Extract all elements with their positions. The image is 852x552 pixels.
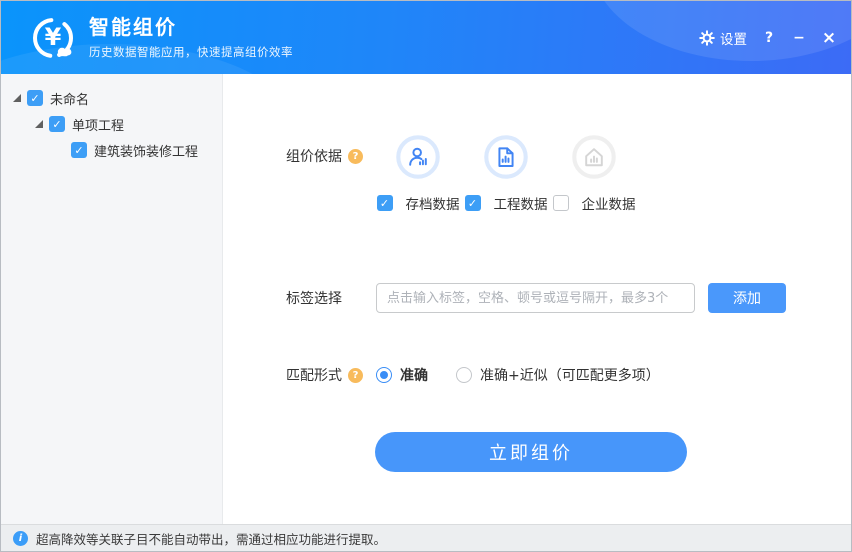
archive-data-checkbox[interactable]: ✓: [377, 195, 393, 211]
status-message: 超高降效等关联子目不能自动带出，需通过相应功能进行提取。: [36, 529, 386, 548]
basis-section: 组价依据 ? ✓: [223, 134, 851, 213]
building-chart-icon: [571, 134, 617, 180]
gear-icon: [699, 30, 715, 46]
project-tree-panel: ✓ 未命名 ✓ 单项工程 ✓ 建筑装饰装修工程: [1, 74, 223, 526]
basis-help-icon[interactable]: ?: [348, 149, 363, 164]
title-bar: ¥ 智能组价 历史数据智能应用，快速提高组价效率 设置 ? − ×: [1, 1, 851, 74]
radio-option-approximate[interactable]: 准确+近似（可匹配更多项）: [456, 365, 660, 385]
close-button[interactable]: ×: [821, 30, 837, 46]
radio-option-exact[interactable]: 准确: [376, 365, 428, 385]
status-bar: i 超高降效等关联子目不能自动带出，需通过相应功能进行提取。: [1, 524, 851, 551]
enterprise-data-label: 企业数据: [582, 193, 636, 213]
match-section: 匹配形式 ? 准确 准确+近似（可匹配更多项）: [223, 365, 851, 385]
tree-checkbox[interactable]: ✓: [49, 116, 65, 132]
archive-data-label: 存档数据: [406, 193, 460, 213]
person-chart-icon: [395, 134, 441, 180]
basis-option-archive: ✓ 存档数据: [376, 134, 460, 213]
tree-item-project[interactable]: ✓ 未命名: [1, 85, 222, 111]
radio-icon[interactable]: [376, 367, 392, 383]
match-help-icon[interactable]: ?: [348, 368, 363, 383]
tree-item-label: 单项工程: [72, 115, 124, 134]
pricing-form: 组价依据 ? ✓: [223, 74, 851, 526]
svg-text:¥: ¥: [45, 23, 62, 51]
tree-item-single-project[interactable]: ✓ 单项工程: [1, 111, 222, 137]
tree-checkbox[interactable]: ✓: [27, 90, 43, 106]
enterprise-data-checkbox[interactable]: [553, 195, 569, 211]
tree-item-label: 建筑装饰装修工程: [94, 141, 198, 160]
project-data-checkbox[interactable]: ✓: [465, 195, 481, 211]
radio-label-approximate: 准确+近似（可匹配更多项）: [480, 365, 660, 385]
tree-item-decoration-project[interactable]: ✓ 建筑装饰装修工程: [1, 137, 222, 163]
tag-input[interactable]: [376, 283, 695, 313]
app-subtitle: 历史数据智能应用，快速提高组价效率: [89, 44, 293, 60]
info-icon: i: [13, 531, 28, 546]
app-title: 智能组价: [89, 15, 293, 39]
settings-label: 设置: [720, 28, 747, 48]
basis-label: 组价依据: [286, 146, 342, 166]
tree-item-label: 未命名: [50, 89, 89, 108]
tags-label: 标签选择: [286, 288, 342, 308]
project-data-label: 工程数据: [494, 193, 548, 213]
start-pricing-button[interactable]: 立即组价: [375, 432, 687, 472]
help-button[interactable]: ?: [761, 30, 777, 46]
expander-icon[interactable]: [13, 94, 21, 102]
document-chart-icon: [483, 134, 529, 180]
basis-option-project: ✓ 工程数据: [464, 134, 548, 213]
minimize-button[interactable]: −: [791, 30, 807, 46]
tags-section: 标签选择 添加: [223, 283, 851, 313]
expander-icon[interactable]: [35, 120, 43, 128]
add-tag-button[interactable]: 添加: [708, 283, 786, 313]
radio-icon[interactable]: [456, 367, 472, 383]
radio-label-exact: 准确: [400, 365, 428, 385]
settings-button[interactable]: 设置: [699, 28, 747, 48]
match-label: 匹配形式: [286, 365, 342, 385]
basis-option-enterprise: 企业数据: [552, 134, 636, 213]
app-logo-icon: ¥: [29, 14, 77, 62]
tree-checkbox[interactable]: ✓: [71, 142, 87, 158]
